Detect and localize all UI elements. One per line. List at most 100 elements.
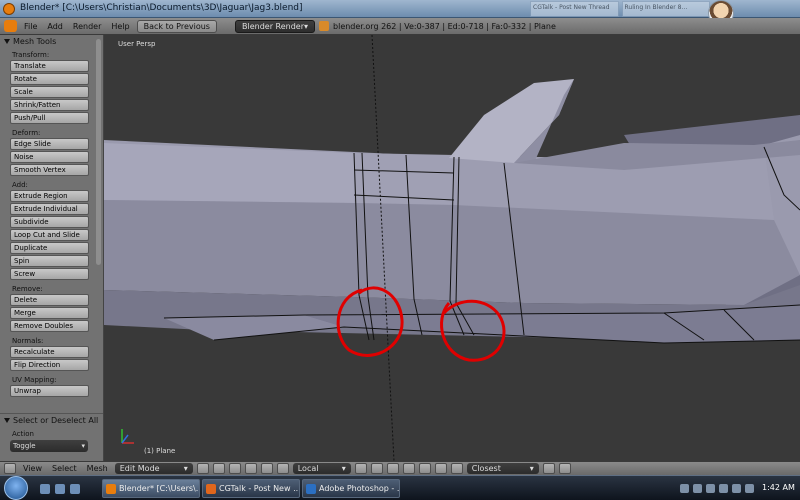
info-icon <box>319 21 330 31</box>
clock[interactable]: 1:42 AM <box>762 483 795 492</box>
dropdown-arrow-icon: ▾ <box>183 464 188 473</box>
mode-select[interactable]: Edit Mode ▾ <box>114 463 193 474</box>
menu-select[interactable]: Select <box>49 464 80 473</box>
action-select[interactable]: Toggle ▾ <box>10 440 88 452</box>
blender-app-icon <box>3 3 15 15</box>
task-label: Adobe Photoshop - ... <box>319 484 400 493</box>
action-value: Toggle <box>13 442 36 450</box>
translate-manipulator-button[interactable] <box>244 463 257 474</box>
loop-cut-and-slide-button[interactable]: Loop Cut and Slide <box>10 229 89 241</box>
editor-type-icon[interactable] <box>4 20 17 32</box>
menu-render[interactable]: Render <box>70 22 104 31</box>
pivot-point-button[interactable] <box>212 463 225 474</box>
tool-shelf-scrollbar[interactable] <box>96 39 101 265</box>
operator-panel-header[interactable]: Select or Deselect All <box>0 414 103 426</box>
render-engine-value: Blender Render <box>241 21 304 31</box>
network-icon[interactable] <box>693 484 702 493</box>
edge-select-button[interactable] <box>370 463 383 474</box>
3d-viewport[interactable]: User Persp (1) Plane <box>104 35 800 461</box>
recalculate-button[interactable]: Recalculate <box>10 346 89 358</box>
task-photoshop[interactable]: Adobe Photoshop - ... <box>302 479 400 498</box>
duplicate-button[interactable]: Duplicate <box>10 242 89 254</box>
windows-taskbar: Blender* [C:\Users\... CGTalk - Post New… <box>0 475 800 500</box>
browser-icon <box>206 484 216 494</box>
info-header: File Add Render Help Back to Previous Bl… <box>0 18 800 35</box>
remove-doubles-button[interactable]: Remove Doubles <box>10 320 89 332</box>
show-desktop-icon[interactable] <box>40 484 50 494</box>
face-select-button[interactable] <box>386 463 399 474</box>
menu-mesh[interactable]: Mesh <box>84 464 111 473</box>
section-transform: Transform: <box>12 51 50 59</box>
rotate-button[interactable]: Rotate <box>10 73 89 85</box>
orientation-value: Local <box>297 464 319 473</box>
render-engine-select[interactable]: Blender Render ▾ <box>234 19 316 33</box>
translate-button[interactable]: Translate <box>10 60 89 72</box>
dropdown-arrow-icon: ▾ <box>341 464 346 473</box>
volume-icon[interactable] <box>706 484 715 493</box>
3d-view-header: View Select Mesh Edit Mode ▾ Local ▾ Clo… <box>0 461 800 475</box>
manipulator-toggle-button[interactable] <box>228 463 241 474</box>
section-normals: Normals: <box>12 337 44 345</box>
render-preview-button[interactable] <box>542 463 555 474</box>
smooth-vertex-button[interactable]: Smooth Vertex <box>10 164 89 176</box>
tray-arrow-icon[interactable] <box>680 484 689 493</box>
collapse-triangle-icon <box>4 417 10 423</box>
start-button[interactable] <box>4 476 28 500</box>
orientation-select[interactable]: Local ▾ <box>292 463 351 474</box>
screw-button[interactable]: Screw <box>10 268 89 280</box>
menu-help[interactable]: Help <box>108 22 132 31</box>
background-windows: CGTalk - Post New Thread Ruling In Blend… <box>530 1 710 17</box>
mesh-tools-panel-header[interactable]: Mesh Tools <box>0 35 103 47</box>
switch-windows-icon[interactable] <box>55 484 65 494</box>
ghost-window: Ruling In Blender 8... <box>621 1 710 17</box>
security-icon[interactable] <box>719 484 728 493</box>
editor-type-button[interactable] <box>4 463 16 474</box>
power-icon[interactable] <box>745 484 754 493</box>
operator-title: Select or Deselect All <box>13 415 99 425</box>
scale-manipulator-button[interactable] <box>276 463 289 474</box>
back-to-previous-button[interactable]: Back to Previous <box>136 19 217 33</box>
section-deform: Deform: <box>12 129 41 137</box>
merge-button[interactable]: Merge <box>10 307 89 319</box>
push-pull-button[interactable]: Push/Pull <box>10 112 89 124</box>
delete-button[interactable]: Delete <box>10 294 89 306</box>
shrink-fatten-button[interactable]: Shrink/Fatten <box>10 99 89 111</box>
snap-target-select[interactable]: Closest ▾ <box>466 463 539 474</box>
operator-panel: Select or Deselect All Action Toggle ▾ <box>0 413 103 461</box>
flip-direction-button[interactable]: Flip Direction <box>10 359 89 371</box>
section-add: Add: <box>12 181 28 189</box>
menu-add[interactable]: Add <box>44 22 66 31</box>
task-blender[interactable]: Blender* [C:\Users\... <box>102 479 200 498</box>
scale-button[interactable]: Scale <box>10 86 89 98</box>
extrude-individual-button[interactable]: Extrude Individual <box>10 203 89 215</box>
snap-element-button[interactable] <box>450 463 463 474</box>
edge-slide-button[interactable]: Edge Slide <box>10 138 89 150</box>
tool-shelf: Mesh Tools Transform: Translate Rotate S… <box>0 35 104 461</box>
spin-button[interactable]: Spin <box>10 255 89 267</box>
update-icon[interactable] <box>732 484 741 493</box>
menu-view[interactable]: View <box>20 464 45 473</box>
proportional-edit-button[interactable] <box>418 463 431 474</box>
extrude-region-button[interactable]: Extrude Region <box>10 190 89 202</box>
rotate-manipulator-button[interactable] <box>260 463 273 474</box>
unwrap-button[interactable]: Unwrap <box>10 385 89 397</box>
viewport-shading-button[interactable] <box>196 463 209 474</box>
task-label: CGTalk - Post New ... <box>219 484 300 493</box>
object-label: (1) Plane <box>144 447 176 455</box>
panel-title: Mesh Tools <box>13 36 57 46</box>
render-animation-button[interactable] <box>558 463 571 474</box>
photoshop-icon <box>306 484 316 494</box>
task-label: Blender* [C:\Users\... <box>119 484 200 493</box>
noise-button[interactable]: Noise <box>10 151 89 163</box>
task-browser[interactable]: CGTalk - Post New ... <box>202 479 300 498</box>
menu-file[interactable]: File <box>21 22 40 31</box>
quick-launch-icon[interactable] <box>70 484 80 494</box>
snap-toggle-button[interactable] <box>434 463 447 474</box>
snap-target-value: Closest <box>471 464 501 473</box>
subdivide-button[interactable]: Subdivide <box>10 216 89 228</box>
view-label: User Persp <box>118 40 156 48</box>
collapse-triangle-icon <box>4 38 10 44</box>
occlude-geometry-button[interactable] <box>402 463 415 474</box>
vertex-select-button[interactable] <box>354 463 367 474</box>
dropdown-arrow-icon: ▾ <box>81 442 85 450</box>
